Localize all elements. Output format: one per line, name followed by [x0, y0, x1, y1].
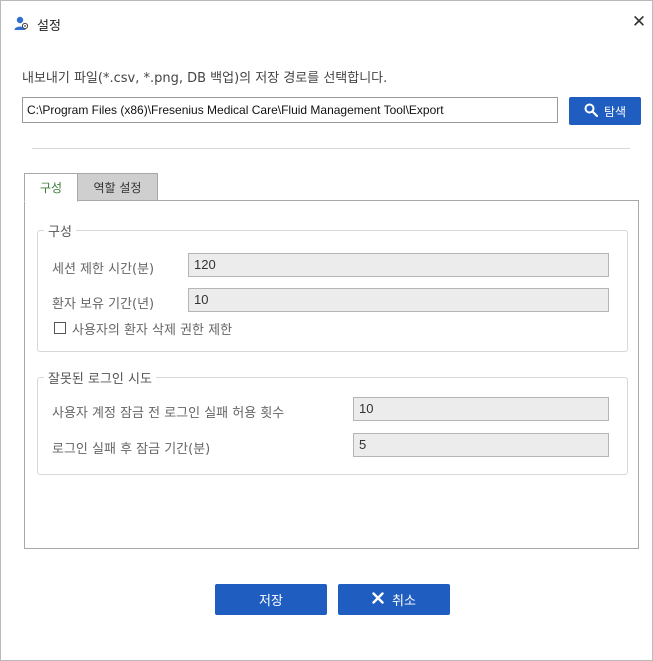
- login-attempts-group: 잘못된 로그인 시도 사용자 계정 잠금 전 로그인 실패 허용 횟수 10 로…: [37, 368, 628, 475]
- export-path-field[interactable]: [22, 97, 558, 123]
- user-settings-icon: [13, 15, 29, 31]
- tab-role-settings[interactable]: 역할 설정: [78, 173, 158, 201]
- close-icon[interactable]: ✕: [629, 12, 649, 32]
- retention-field[interactable]: 10: [188, 288, 609, 312]
- browse-label: 탐색: [603, 104, 627, 119]
- session-limit-field[interactable]: 120: [188, 253, 609, 277]
- config-group-title: 구성: [44, 221, 76, 240]
- restrict-delete-checkbox[interactable]: [54, 322, 66, 334]
- session-limit-label: 세션 제한 시간(분): [52, 262, 155, 277]
- cancel-button[interactable]: 취소: [338, 584, 450, 615]
- settings-dialog: 설정 ✕ 내보내기 파일(*.csv, *.png, DB 백업)의 저장 경로…: [0, 0, 653, 661]
- restrict-delete-label: 사용자의 환자 삭제 권한 제한: [72, 323, 233, 338]
- export-path-prompt: 내보내기 파일(*.csv, *.png, DB 백업)의 저장 경로를 선택합…: [22, 71, 388, 86]
- login-attempts-group-title: 잘못된 로그인 시도: [44, 368, 156, 387]
- save-button[interactable]: 저장: [215, 584, 327, 615]
- cancel-label: 취소: [392, 594, 416, 609]
- lock-duration-label: 로그인 실패 후 잠금 기간(분): [52, 442, 211, 457]
- title-bar: 설정 ✕: [1, 1, 652, 45]
- attempts-field[interactable]: 10: [353, 397, 609, 421]
- x-icon: [372, 591, 384, 608]
- divider: [32, 148, 630, 149]
- retention-label: 환자 보유 기간(년): [52, 297, 155, 312]
- search-icon: [584, 103, 599, 120]
- browse-button[interactable]: 탐색: [569, 97, 641, 125]
- tab-panel-configuration: 구성 세션 제한 시간(분) 120 환자 보유 기간(년) 10 사용자의 환…: [24, 200, 639, 549]
- config-group: 구성 세션 제한 시간(분) 120 환자 보유 기간(년) 10 사용자의 환…: [37, 221, 628, 352]
- tab-configuration[interactable]: 구성: [24, 173, 78, 202]
- window-title: 설정: [37, 19, 61, 34]
- lock-duration-field[interactable]: 5: [353, 433, 609, 457]
- attempts-label: 사용자 계정 잠금 전 로그인 실패 허용 횟수: [52, 406, 285, 421]
